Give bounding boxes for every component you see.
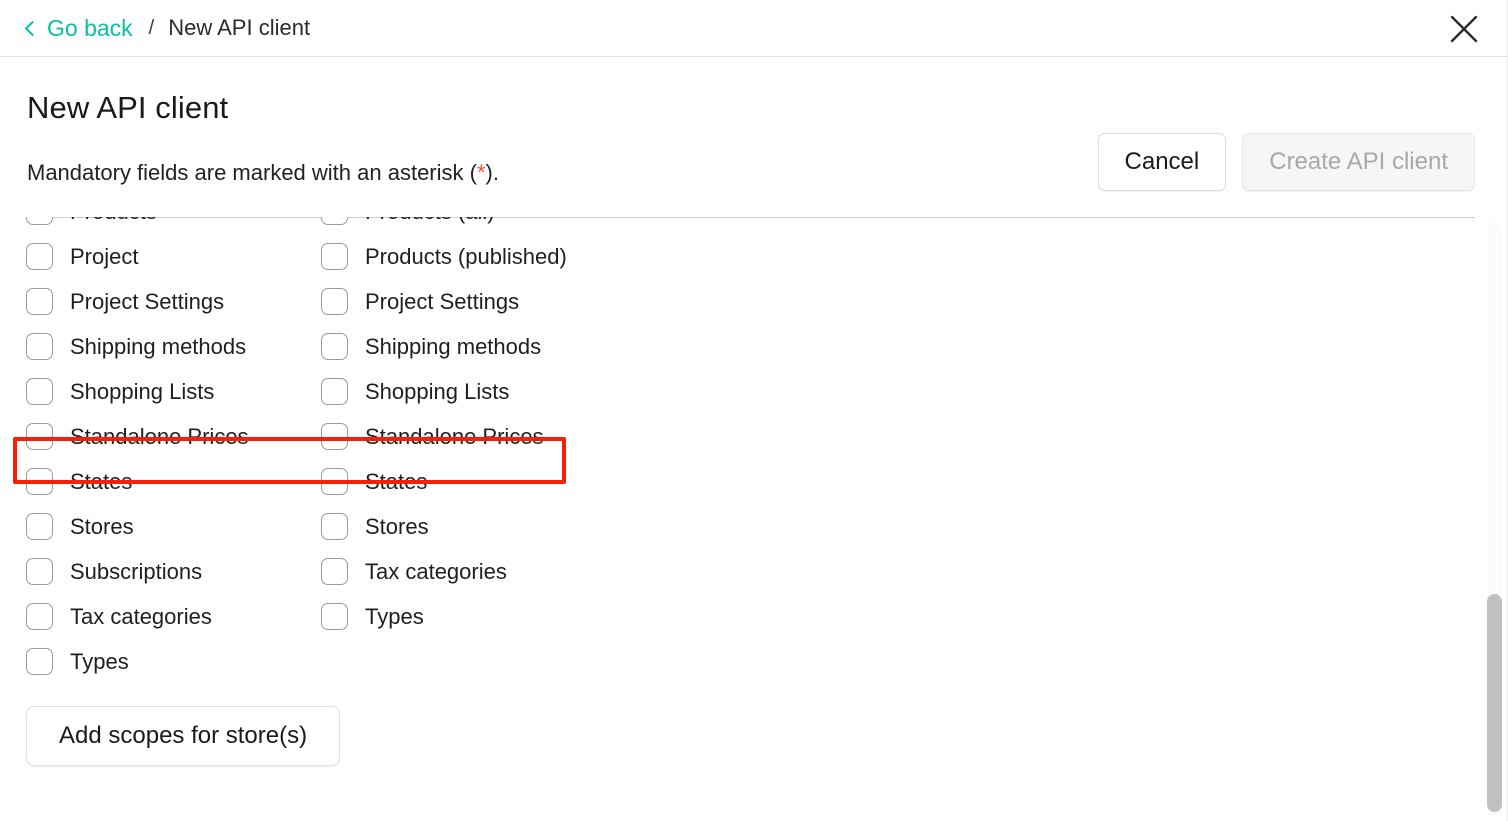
- scopes-column-left: Products Project Project Settings Shipping …: [26, 217, 321, 684]
- scope-row[interactable]: Products: [26, 217, 321, 234]
- checkbox-icon[interactable]: [26, 243, 53, 270]
- scope-label: Subscriptions: [70, 558, 203, 584]
- go-back-label: Go back: [47, 14, 133, 41]
- scope-label: Products: [70, 217, 157, 225]
- breadcrumb: Go back / New API client: [0, 15, 310, 42]
- scope-row[interactable]: Types: [26, 639, 321, 684]
- scope-label: Shopping Lists: [70, 378, 215, 404]
- top-bar: Go back / New API client: [0, 0, 1508, 57]
- scope-label: Products (all): [365, 217, 495, 225]
- checkbox-icon[interactable]: [26, 378, 53, 405]
- breadcrumb-current: New API client: [168, 15, 311, 40]
- checkbox-icon[interactable]: [26, 558, 53, 585]
- scope-row[interactable]: Shopping Lists: [321, 369, 1021, 414]
- checkbox-icon[interactable]: [321, 243, 348, 270]
- checkbox-icon[interactable]: [26, 423, 53, 450]
- scope-label: Shipping methods: [365, 333, 542, 359]
- scope-label: Products (published): [365, 243, 567, 269]
- checkbox-icon[interactable]: [321, 288, 348, 315]
- scopes-column-right: Products (all) Products (published) Projec…: [321, 217, 1021, 684]
- scope-row[interactable]: Shopping Lists: [26, 369, 321, 414]
- scope-label: Types: [70, 648, 129, 674]
- scope-label: Project: [70, 243, 139, 269]
- add-scopes-for-stores-button[interactable]: Add scopes for store(s): [26, 706, 341, 766]
- scope-label: Standalone Prices: [70, 423, 249, 449]
- scope-label: Shipping methods: [70, 333, 247, 359]
- checkbox-icon[interactable]: [321, 423, 348, 450]
- scope-label: Tax categories: [365, 558, 507, 584]
- scope-label: Types: [365, 603, 424, 629]
- scope-row[interactable]: Types: [321, 594, 1021, 639]
- checkbox-icon[interactable]: [321, 468, 348, 495]
- breadcrumb-separator: /: [148, 16, 155, 39]
- scope-row[interactable]: Stores: [321, 504, 1021, 549]
- scopes-scroll-content: Products Project Project Settings Shipping …: [0, 217, 1474, 766]
- header-block: New API client Mandatory fields are mark…: [0, 57, 1508, 217]
- cancel-button[interactable]: Cancel: [1097, 133, 1227, 191]
- checkbox-icon[interactable]: [26, 468, 53, 495]
- add-scopes-footer: Add scopes for store(s): [0, 684, 1474, 766]
- scope-row[interactable]: States: [26, 459, 321, 504]
- scope-row[interactable]: Products (published): [321, 234, 1021, 279]
- checkbox-icon[interactable]: [26, 513, 53, 540]
- scope-row[interactable]: Project Settings: [321, 279, 1021, 324]
- scope-row[interactable]: Tax categories: [26, 594, 321, 639]
- mandatory-asterisk: *: [476, 160, 486, 185]
- chevron-left-icon: [24, 20, 41, 36]
- scope-label: Project Settings: [365, 288, 520, 314]
- scope-label: Standalone Prices: [365, 423, 544, 449]
- header-actions: Cancel Create API client: [1097, 133, 1475, 191]
- scope-row[interactable]: Subscriptions: [26, 549, 321, 594]
- checkbox-icon[interactable]: [321, 333, 348, 360]
- vertical-scrollbar-thumb[interactable]: [1487, 594, 1502, 812]
- checkbox-icon[interactable]: [321, 513, 348, 540]
- scope-row[interactable]: Shipping methods: [321, 324, 1021, 369]
- checkbox-icon[interactable]: [26, 648, 53, 675]
- scopes-grid: Products Project Project Settings Shipping …: [0, 217, 1474, 684]
- mandatory-note-prefix: Mandatory fields are marked with an aste…: [27, 160, 477, 185]
- scope-row[interactable]: States: [321, 459, 1021, 504]
- scope-row[interactable]: Products (all): [321, 217, 1021, 234]
- scope-label: Project Settings: [70, 288, 225, 314]
- scope-row[interactable]: Shipping methods: [26, 324, 321, 369]
- scope-row[interactable]: Stores: [26, 504, 321, 549]
- scope-label: States: [70, 468, 133, 494]
- scope-label: Tax categories: [70, 603, 212, 629]
- create-api-client-button[interactable]: Create API client: [1242, 133, 1475, 191]
- scope-label: States: [365, 468, 428, 494]
- mandatory-note-suffix: ).: [485, 160, 499, 185]
- checkbox-icon[interactable]: [321, 603, 348, 630]
- checkbox-icon[interactable]: [26, 333, 53, 360]
- checkbox-icon[interactable]: [26, 603, 53, 630]
- close-icon[interactable]: [1446, 11, 1482, 47]
- go-back-link[interactable]: Go back: [24, 14, 133, 42]
- checkbox-icon[interactable]: [321, 558, 348, 585]
- scope-row[interactable]: Tax categories: [321, 549, 1021, 594]
- scope-label: Stores: [365, 513, 429, 539]
- scope-label: Shopping Lists: [365, 378, 510, 404]
- checkbox-icon[interactable]: [321, 217, 348, 225]
- scope-row[interactable]: Standalone Prices: [26, 414, 321, 459]
- page-title: New API client: [27, 90, 229, 125]
- scope-row[interactable]: Project Settings: [26, 279, 321, 324]
- scope-label: Stores: [70, 513, 134, 539]
- new-api-client-page: Go back / New API client New API client …: [0, 0, 1508, 821]
- checkbox-icon[interactable]: [26, 288, 53, 315]
- scope-row[interactable]: Standalone Prices: [321, 414, 1021, 459]
- checkbox-icon[interactable]: [26, 217, 53, 225]
- checkbox-icon[interactable]: [321, 378, 348, 405]
- mandatory-note: Mandatory fields are marked with an aste…: [27, 160, 499, 186]
- scope-row[interactable]: Project: [26, 234, 321, 279]
- scopes-scroll-region[interactable]: Products Project Project Settings Shipping …: [0, 217, 1508, 821]
